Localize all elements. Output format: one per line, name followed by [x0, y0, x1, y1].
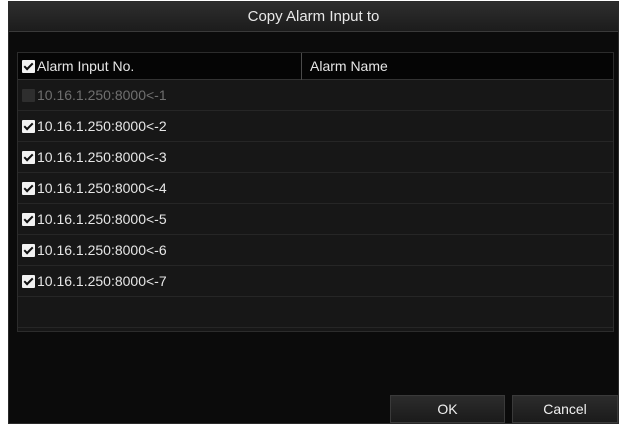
row-checkbox[interactable] [22, 181, 35, 195]
table-row[interactable]: 10.16.1.250:8000<-2 [18, 111, 613, 142]
table-row: 10.16.1.250:8000<-1 [18, 80, 613, 111]
table-row[interactable]: 10.16.1.250:8000<-7 [18, 266, 613, 297]
select-all-checkbox[interactable] [22, 59, 35, 73]
ok-button[interactable]: OK [390, 395, 505, 423]
alarm-input-label: 10.16.1.250:8000<-5 [37, 211, 167, 227]
alarm-input-label: 10.16.1.250:8000<-6 [37, 242, 167, 258]
alarm-input-label: 10.16.1.250:8000<-4 [37, 180, 167, 196]
row-checkbox [22, 88, 35, 102]
alarm-name-header: Alarm Name [310, 58, 388, 74]
cancel-button[interactable]: Cancel [512, 395, 618, 423]
alarm-input-label: 10.16.1.250:8000<-2 [37, 118, 167, 134]
row-checkbox[interactable] [22, 243, 35, 257]
alarm-input-no-header: Alarm Input No. [22, 53, 134, 79]
table-header: Alarm Input No. Alarm Name [18, 53, 613, 80]
alarm-input-no-header-label: Alarm Input No. [37, 58, 135, 74]
dialog-title: Copy Alarm Input to [9, 2, 618, 32]
table-row[interactable]: 10.16.1.250:8000<-4 [18, 173, 613, 204]
row-checkbox[interactable] [22, 212, 35, 226]
table-row-empty [18, 297, 613, 328]
column-divider[interactable] [301, 53, 302, 80]
alarm-input-label: 10.16.1.250:8000<-3 [37, 149, 167, 165]
table-row[interactable]: 10.16.1.250:8000<-3 [18, 142, 613, 173]
table-row[interactable]: 10.16.1.250:8000<-5 [18, 204, 613, 235]
alarm-input-table: Alarm Input No. Alarm Name 10.16.1.250:8… [17, 52, 614, 332]
table-row[interactable]: 10.16.1.250:8000<-6 [18, 235, 613, 266]
row-checkbox[interactable] [22, 274, 35, 288]
row-checkbox[interactable] [22, 119, 35, 133]
copy-alarm-input-dialog: Copy Alarm Input to Alarm Input No. Alar… [8, 1, 619, 424]
row-checkbox[interactable] [22, 150, 35, 164]
alarm-input-label: 10.16.1.250:8000<-1 [37, 87, 167, 103]
alarm-input-label: 10.16.1.250:8000<-7 [37, 273, 167, 289]
dialog-footer: OK Cancel [9, 395, 618, 423]
